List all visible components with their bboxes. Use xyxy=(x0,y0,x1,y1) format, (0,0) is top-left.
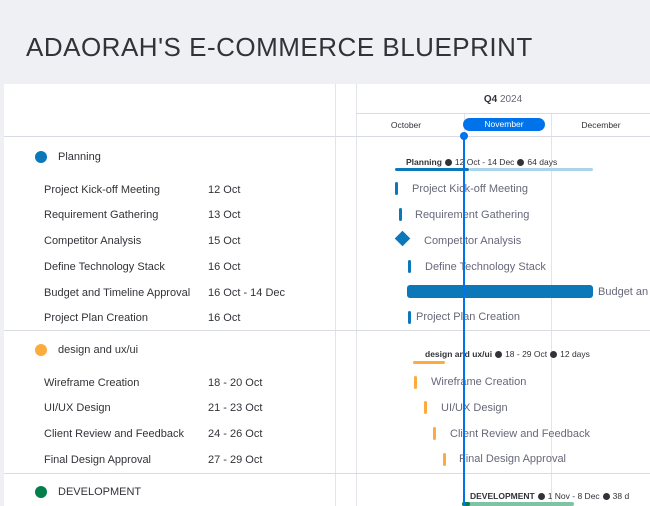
today-marker-line xyxy=(463,136,465,506)
group-name-design[interactable]: design and ux/ui xyxy=(58,344,138,356)
task-date[interactable]: 21 - 23 Oct xyxy=(208,402,262,414)
task-date[interactable]: 15 Oct xyxy=(208,235,240,247)
task-bar-label: Define Technology Stack xyxy=(425,261,546,273)
year-label: 2024 xyxy=(499,94,523,105)
task-bar[interactable] xyxy=(408,260,411,273)
task-bar[interactable] xyxy=(424,401,427,414)
group-color-dot[interactable] xyxy=(35,151,47,163)
task-bar-label: Wireframe Creation xyxy=(431,376,527,388)
task-bar-label: Project Plan Creation xyxy=(416,311,520,323)
task-date[interactable]: 16 Oct xyxy=(208,261,240,273)
group-summary-label: DEVELOPMENT 1 Nov - 8 Dec 38 d xyxy=(470,491,630,501)
task-bar[interactable] xyxy=(395,182,398,195)
task-name[interactable]: Wireframe Creation xyxy=(44,377,139,389)
group-progress-bar[interactable] xyxy=(395,168,469,171)
task-bar-label: Project Kick-off Meeting xyxy=(412,183,528,195)
month-divider xyxy=(551,113,552,506)
task-date[interactable]: 16 Oct - 14 Dec xyxy=(208,287,285,299)
task-bar[interactable] xyxy=(414,376,417,389)
task-bar-label: Competitor Analysis xyxy=(424,235,522,247)
group-summary-label: design and ux/ui 18 - 29 Oct 12 days xyxy=(425,349,590,359)
gantt-board: Q4 2024 October November December Planni… xyxy=(4,84,650,506)
task-name[interactable]: Project Kick-off Meeting xyxy=(44,184,160,196)
group-divider xyxy=(4,473,650,474)
month-november-current[interactable]: November xyxy=(463,118,545,131)
group-color-dot[interactable] xyxy=(35,486,47,498)
task-bar-label: Budget an xyxy=(598,286,649,298)
task-date[interactable]: 16 Oct xyxy=(208,312,240,324)
task-name[interactable]: Client Review and Feedback xyxy=(44,428,184,440)
task-name[interactable]: Requirement Gathering xyxy=(44,209,158,221)
task-bar-label: Client Review and Feedback xyxy=(450,428,591,440)
task-bar-label: Final Design Approval xyxy=(459,453,567,465)
task-bar-label: UI/UX Design xyxy=(441,402,508,414)
task-date[interactable]: 12 Oct xyxy=(208,184,240,196)
header-bottom-line xyxy=(4,136,650,137)
group-color-dot[interactable] xyxy=(35,344,47,356)
task-bar[interactable] xyxy=(443,453,446,466)
task-date[interactable]: 27 - 29 Oct xyxy=(208,454,262,466)
task-name[interactable]: Competitor Analysis xyxy=(44,235,141,247)
task-name[interactable]: Final Design Approval xyxy=(44,454,151,466)
group-range-bar[interactable] xyxy=(469,168,593,171)
quarter-header: Q4 2024 xyxy=(356,94,650,105)
task-name[interactable]: Define Technology Stack xyxy=(44,261,165,273)
page-title: ADAORAH'S E-COMMERCE BLUEPRINT xyxy=(26,32,533,62)
group-name-development[interactable]: DEVELOPMENT xyxy=(58,486,141,498)
quarter-label: Q4 xyxy=(483,94,498,105)
milestone-diamond-icon[interactable] xyxy=(394,230,411,247)
group-name-planning[interactable]: Planning xyxy=(58,151,101,163)
task-bar[interactable] xyxy=(433,427,436,440)
month-december[interactable]: December xyxy=(569,120,633,130)
task-bar[interactable] xyxy=(407,285,593,298)
timeline-start-divider xyxy=(356,84,357,506)
task-date[interactable]: 13 Oct xyxy=(208,209,240,221)
month-october[interactable]: October xyxy=(374,120,438,130)
table-divider xyxy=(335,84,336,506)
task-bar-label: Requirement Gathering xyxy=(415,209,530,221)
task-name[interactable]: Budget and Timeline Approval xyxy=(44,287,190,299)
task-bar[interactable] xyxy=(399,208,402,221)
header-divider xyxy=(356,113,650,114)
group-divider xyxy=(4,330,650,331)
task-bar[interactable] xyxy=(408,311,411,324)
task-name[interactable]: UI/UX Design xyxy=(44,402,111,414)
group-summary-label: Planning 12 Oct - 14 Dec 64 days xyxy=(406,157,558,167)
task-date[interactable]: 18 - 20 Oct xyxy=(208,377,262,389)
task-date[interactable]: 24 - 26 Oct xyxy=(208,428,262,440)
task-name[interactable]: Project Plan Creation xyxy=(44,312,148,324)
group-range-bar[interactable] xyxy=(462,502,574,506)
group-progress-bar[interactable] xyxy=(413,361,445,364)
